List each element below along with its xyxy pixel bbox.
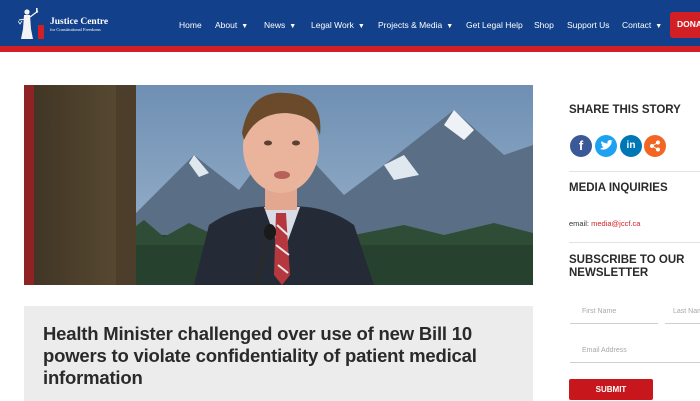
share-icon[interactable] [644,135,666,157]
media-inquiries-heading: MEDIA INQUIRIES [569,182,668,194]
nav-legal-work-label: Legal Work [311,20,354,30]
nav-home[interactable]: Home [179,19,202,31]
chevron-down-icon: ▼ [241,23,249,30]
main-nav: Home About ▼ News ▼ Legal Work ▼ Projects &… [0,0,700,46]
facebook-icon[interactable]: f [570,135,592,157]
last-name-field[interactable]: Last Name [665,300,700,324]
nav-about-label: About [215,20,238,30]
nav-home-label: Home [179,20,202,30]
nav-shop-label: Shop [534,20,554,30]
article-title-box: Health Minister challenged over use of n… [24,306,533,401]
chevron-down-icon: ▼ [446,23,454,30]
article-hero-image [24,85,533,285]
nav-about[interactable]: About ▼ [215,19,248,33]
email-address-field[interactable]: Email Address [570,339,700,363]
submit-button[interactable]: SUBMIT [569,379,653,400]
newsletter-heading: SUBSCRIBE TO OUR NEWSLETTER [569,254,685,279]
donate-button[interactable]: DONATE [670,12,700,38]
nav-get-legal-help[interactable]: Get Legal Help [466,19,523,31]
twitter-icon[interactable] [595,135,617,157]
linkedin-icon[interactable]: in [620,135,642,157]
email-prefix: email: [569,219,590,228]
article-title: Health Minister challenged over use of n… [43,323,477,388]
nav-support-us[interactable]: Support Us [567,19,610,31]
chevron-down-icon: ▼ [655,23,663,30]
nav-projects-media[interactable]: Projects & Media ▼ [378,19,453,33]
nav-get-legal-help-label: Get Legal Help [466,20,523,30]
share-heading: SHARE THIS STORY [569,104,681,116]
nav-contact-label: Contact [622,20,652,30]
media-email-line: email: media@jccf.ca [569,219,640,228]
nav-contact[interactable]: Contact ▼ [622,19,662,33]
sidebar-divider [569,242,700,243]
site-header: Justice Centre for Constitutional Freedo… [0,0,700,46]
first-name-field[interactable]: First Name [570,300,658,324]
media-email-link[interactable]: media@jccf.ca [591,219,640,228]
nav-news-label: News [264,20,286,30]
nav-support-us-label: Support Us [567,20,610,30]
nav-shop[interactable]: Shop [534,19,554,31]
header-red-stripe [0,46,700,52]
nav-projects-media-label: Projects & Media [378,20,443,30]
nav-news[interactable]: News ▼ [264,19,296,33]
nav-legal-work[interactable]: Legal Work ▼ [311,19,365,33]
chevron-down-icon: ▼ [289,23,297,30]
sidebar-divider [569,171,700,172]
chevron-down-icon: ▼ [357,23,365,30]
